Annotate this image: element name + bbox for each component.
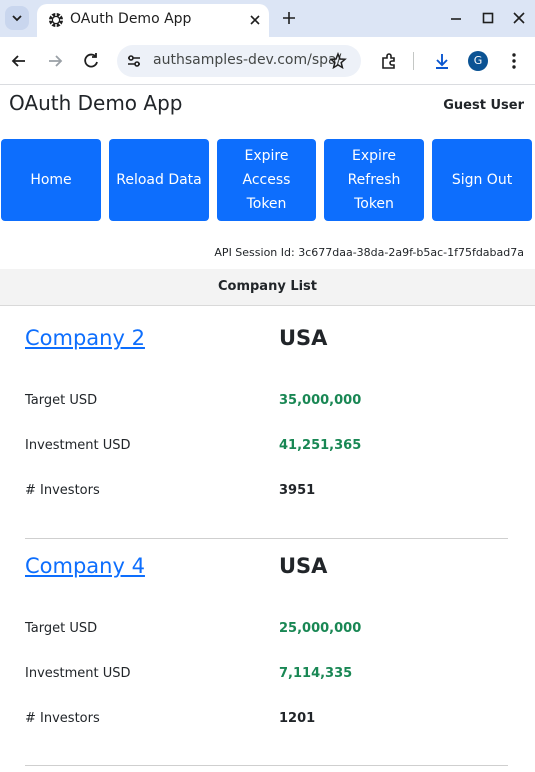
- address-bar[interactable]: authsamples-dev.com/spa/: [117, 45, 361, 77]
- company-region: USA: [279, 326, 328, 350]
- profile-avatar[interactable]: G: [468, 51, 488, 71]
- reload-icon[interactable]: [81, 51, 101, 71]
- tab-search-chevron-icon[interactable]: [5, 6, 29, 30]
- company-link[interactable]: Company 2: [25, 326, 145, 350]
- target-usd-value: 25,000,000: [279, 621, 362, 636]
- back-arrow-icon[interactable]: [9, 51, 29, 71]
- company-card: Company 2 USA Target USD 35,000,000 Inve…: [0, 306, 535, 539]
- browser-toolbar: authsamples-dev.com/spa/ G: [0, 37, 535, 85]
- target-usd-label: Target USD: [25, 621, 98, 636]
- close-tab-icon[interactable]: [248, 13, 262, 27]
- investment-usd-label: Investment USD: [25, 666, 131, 681]
- toolbar-divider: [413, 52, 414, 70]
- investors-label: # Investors: [25, 483, 100, 498]
- page-content: OAuth Demo App Guest User Home Reload Da…: [0, 85, 535, 772]
- company-card: Company 4 USA Target USD 25,000,000 Inve…: [0, 534, 535, 766]
- app-title: OAuth Demo App: [9, 91, 183, 115]
- tab-title: OAuth Demo App: [70, 11, 192, 27]
- browser-tab[interactable]: OAuth Demo App: [37, 4, 269, 37]
- company-region: USA: [279, 554, 328, 578]
- api-session-id: API Session Id: 3c677daa-38da-2a9f-b5ac-…: [214, 246, 524, 259]
- home-button[interactable]: Home: [1, 139, 101, 221]
- site-info-icon[interactable]: [125, 52, 143, 70]
- user-name: Guest User: [443, 98, 524, 113]
- reload-data-button[interactable]: Reload Data: [109, 139, 209, 221]
- menu-kebab-icon[interactable]: [504, 51, 524, 71]
- extensions-puzzle-icon[interactable]: [379, 51, 399, 71]
- bookmark-star-icon[interactable]: [329, 52, 347, 70]
- company-list-title: Company List: [217, 279, 318, 294]
- sign-out-button[interactable]: Sign Out: [432, 139, 532, 221]
- investment-usd-label: Investment USD: [25, 438, 131, 453]
- download-icon[interactable]: [432, 51, 452, 71]
- new-tab-plus-icon[interactable]: [280, 9, 298, 27]
- investors-value: 3951: [279, 483, 316, 498]
- target-usd-value: 35,000,000: [279, 393, 362, 408]
- company-link[interactable]: Company 4: [25, 554, 145, 578]
- investors-value: 1201: [279, 711, 316, 726]
- browser-tab-strip: OAuth Demo App: [0, 0, 535, 37]
- url-text: authsamples-dev.com/spa/: [153, 52, 342, 68]
- company-divider: [25, 765, 508, 766]
- close-window-icon[interactable]: [511, 10, 527, 26]
- expire-access-token-button[interactable]: Expire Access Token: [217, 139, 316, 221]
- forward-arrow-icon[interactable]: [45, 51, 65, 71]
- maximize-icon[interactable]: [480, 10, 496, 26]
- investment-usd-value: 7,114,335: [279, 666, 353, 681]
- expire-refresh-token-button[interactable]: Expire Refresh Token: [324, 139, 424, 221]
- target-usd-label: Target USD: [25, 393, 98, 408]
- investment-usd-value: 41,251,365: [279, 438, 362, 453]
- minimize-icon[interactable]: [448, 10, 464, 26]
- investors-label: # Investors: [25, 711, 100, 726]
- company-list-header: Company List: [0, 269, 535, 306]
- favicon-icon: [49, 13, 63, 27]
